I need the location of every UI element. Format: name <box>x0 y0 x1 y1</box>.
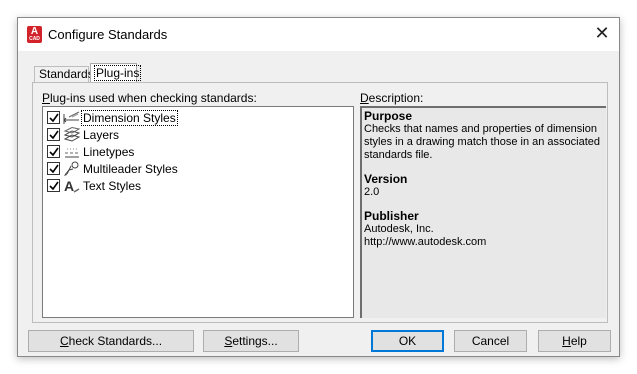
check-icon <box>49 181 59 191</box>
ok-button[interactable]: OK <box>371 330 444 352</box>
tab-plug-ins[interactable]: Plug-ins <box>90 63 142 83</box>
check-standards-button[interactable]: Check Standards... <box>28 330 194 352</box>
plug-ins-list[interactable]: Dimension Styles Layers Linetypes Multil… <box>42 106 354 318</box>
check-standards-mnemonic: C <box>59 334 69 348</box>
plug-ins-panel: Plug-ins used when checking standards: D… <box>32 82 608 323</box>
plug-ins-list-label: Plug-ins used when checking standards: <box>42 91 257 105</box>
help-label: elp <box>570 334 587 348</box>
purpose-heading: Purpose <box>364 109 413 123</box>
description-label-text: escription: <box>368 91 424 105</box>
text-styles-icon: A <box>64 178 80 194</box>
tab-plug-ins-label: Plug-ins <box>93 65 142 81</box>
plug-in-label: Layers <box>83 128 120 142</box>
plug-in-label: Text Styles <box>83 179 142 193</box>
linetypes-icon <box>65 148 79 158</box>
help-button[interactable]: Help <box>538 330 611 352</box>
configure-standards-dialog: A CAD Configure Standards ✕ Standards Pl… <box>17 17 620 357</box>
multileader-styles-icon <box>64 161 79 176</box>
plug-in-item-layers[interactable]: Layers <box>46 127 346 143</box>
plug-in-item-text-styles[interactable]: A Text Styles <box>46 178 346 194</box>
help-mnemonic: H <box>562 334 571 348</box>
description-label-mnemonic: D <box>360 91 369 105</box>
autocad-app-icon: A CAD <box>27 26 42 43</box>
check-icon <box>49 113 59 123</box>
plug-in-label: Dimension Styles <box>81 110 178 126</box>
settings-button[interactable]: Settings... <box>203 330 299 352</box>
layers-icon <box>63 127 81 142</box>
plug-in-label: Multileader Styles <box>83 162 178 176</box>
publisher-heading: Publisher <box>364 209 419 223</box>
description-label: Description: <box>360 91 423 105</box>
check-icon <box>49 147 59 157</box>
plug-in-item-dimension-styles[interactable]: Dimension Styles <box>46 110 346 126</box>
plug-in-item-multileader-styles[interactable]: Multileader Styles <box>46 161 346 177</box>
description-box: Purpose Checks that names and properties… <box>360 106 606 318</box>
publisher-url: http://www.autodesk.com <box>364 236 487 248</box>
svg-text:A: A <box>64 178 74 194</box>
plug-ins-label-text: lug-ins used when checking standards: <box>50 91 257 105</box>
close-button[interactable]: ✕ <box>585 18 619 51</box>
settings-label: ettings... <box>232 334 278 348</box>
tab-standards[interactable]: Standards <box>34 66 94 82</box>
app-icon-sub: CAD <box>29 36 40 42</box>
close-icon: ✕ <box>594 23 610 43</box>
version-text: 2.0 <box>364 186 380 198</box>
check-icon <box>49 164 59 174</box>
title-bar: A CAD Configure Standards ✕ <box>18 18 619 51</box>
checkbox-text-styles[interactable] <box>47 179 60 192</box>
publisher-name: Autodesk, Inc. <box>364 223 434 235</box>
checkbox-layers[interactable] <box>47 128 60 141</box>
plug-in-item-linetypes[interactable]: Linetypes <box>46 144 346 160</box>
cancel-button[interactable]: Cancel <box>454 330 527 352</box>
checkbox-multileader-styles[interactable] <box>47 162 60 175</box>
checkbox-dimension-styles[interactable] <box>47 111 60 124</box>
window-title: Configure Standards <box>48 27 168 42</box>
plug-in-label: Linetypes <box>83 145 135 159</box>
check-standards-label: heck Standards... <box>68 334 163 348</box>
version-heading: Version <box>364 172 408 186</box>
dimension-styles-icon <box>63 111 80 124</box>
purpose-text: Checks that names and properties of dime… <box>364 123 601 161</box>
plug-ins-label-mnemonic: P <box>42 91 51 105</box>
checkbox-linetypes[interactable] <box>47 145 60 158</box>
check-icon <box>49 130 59 140</box>
